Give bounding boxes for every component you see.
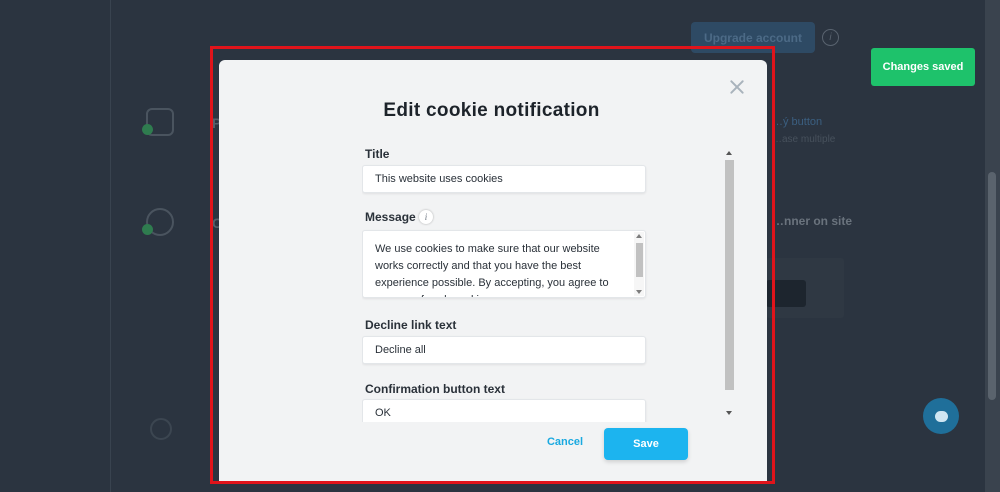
- faint-icon: [150, 418, 172, 440]
- page-scrollbar-thumb[interactable]: [988, 172, 996, 400]
- chat-button[interactable]: [923, 398, 959, 434]
- check-icon: [142, 224, 153, 235]
- banner-heading: …nner on site: [772, 214, 853, 228]
- highlight-frame: [210, 46, 775, 484]
- sidebar-divider: [110, 0, 111, 492]
- check-icon: [142, 124, 153, 135]
- chat-icon: [934, 410, 948, 422]
- changes-saved-toast: Changes saved: [871, 48, 975, 86]
- background-link[interactable]: …ý button: [772, 116, 822, 128]
- info-icon[interactable]: i: [822, 29, 839, 46]
- background-subtext: …ase multiple: [772, 134, 836, 145]
